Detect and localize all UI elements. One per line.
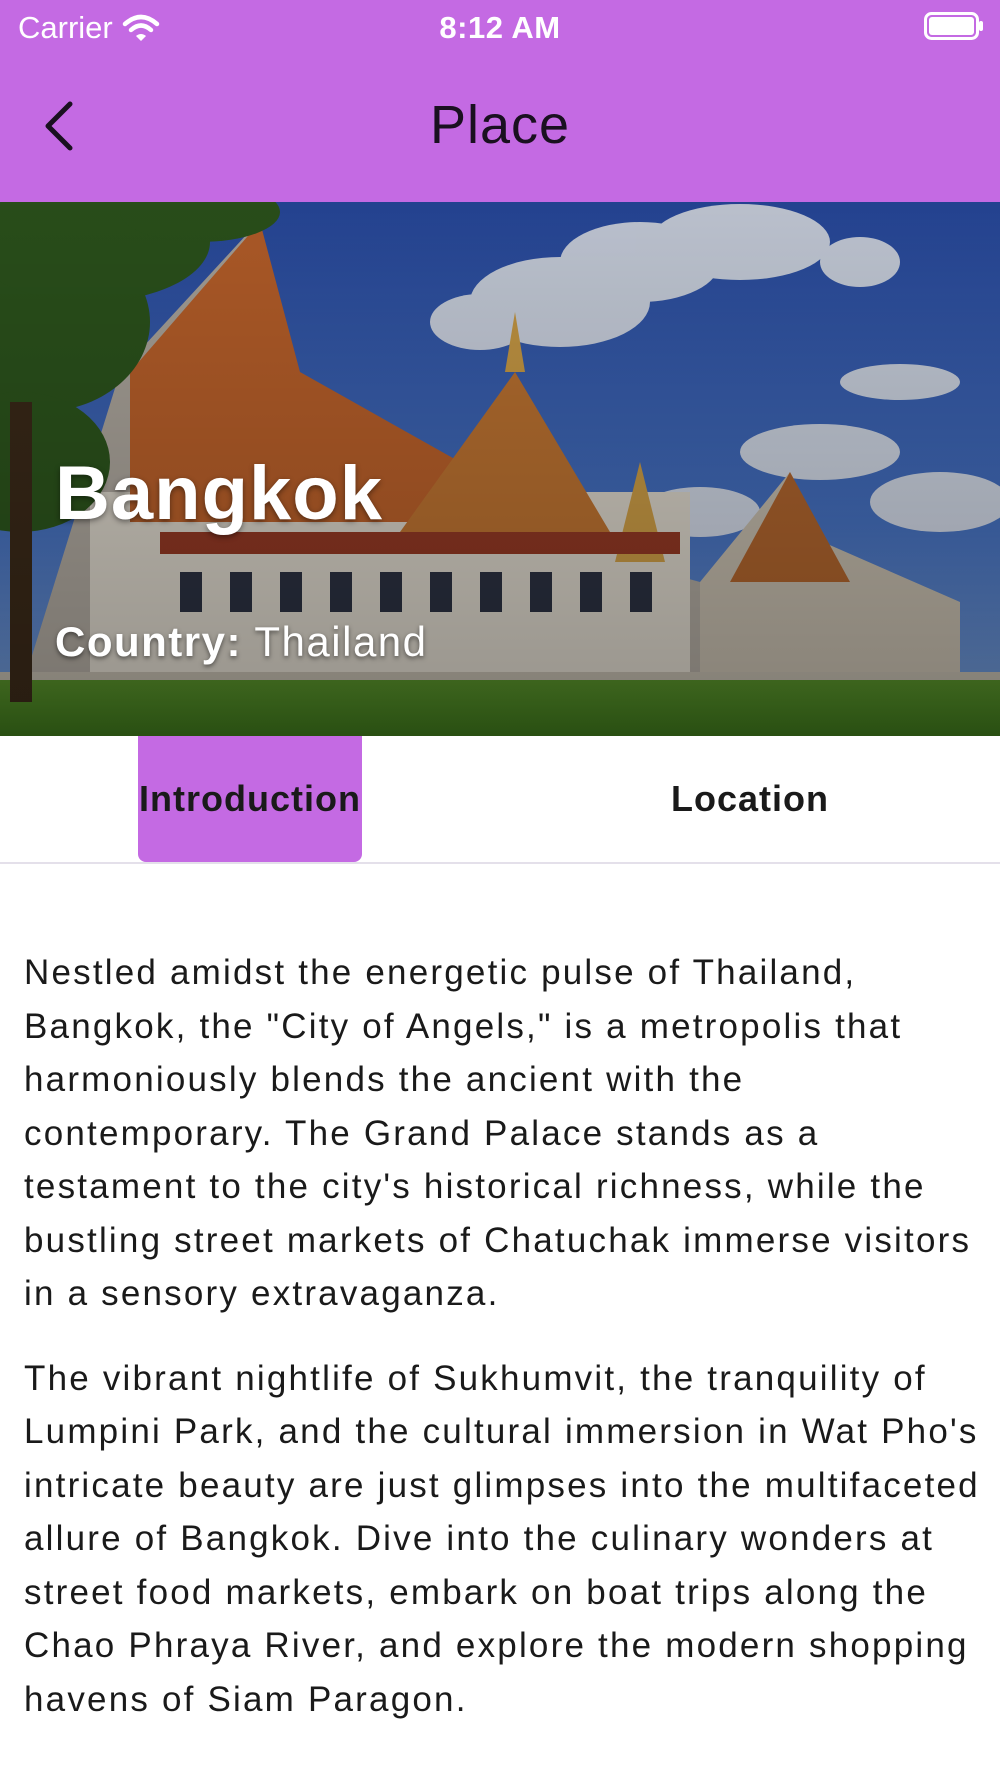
country-line: Country: Thailand [55,618,428,666]
intro-paragraph: The vibrant nightlife of Sukhumvit, the … [24,1358,980,1719]
navigation-bar: Place [0,56,1000,202]
place-name: Bangkok [55,451,383,536]
hero-image: Bangkok Country: Thailand [0,202,1000,736]
app-header: Carrier 8:12 AM Place [0,0,1000,202]
country-value: Thailand [254,618,428,665]
status-bar: Carrier 8:12 AM [0,0,1000,56]
introduction-content: Nestled amidst the energetic pulse of Th… [24,946,984,1757]
tab-location[interactable]: Location [500,736,1000,862]
tab-introduction[interactable]: Introduction [138,736,362,862]
status-time: 8:12 AM [439,10,561,45]
page-title: Place [429,95,571,155]
intro-paragraph: Nestled amidst the energetic pulse of Th… [24,953,972,1313]
country-label: Country: [55,618,242,665]
battery-icon [924,12,983,40]
tab-bar: Introduction Location [0,736,1000,864]
